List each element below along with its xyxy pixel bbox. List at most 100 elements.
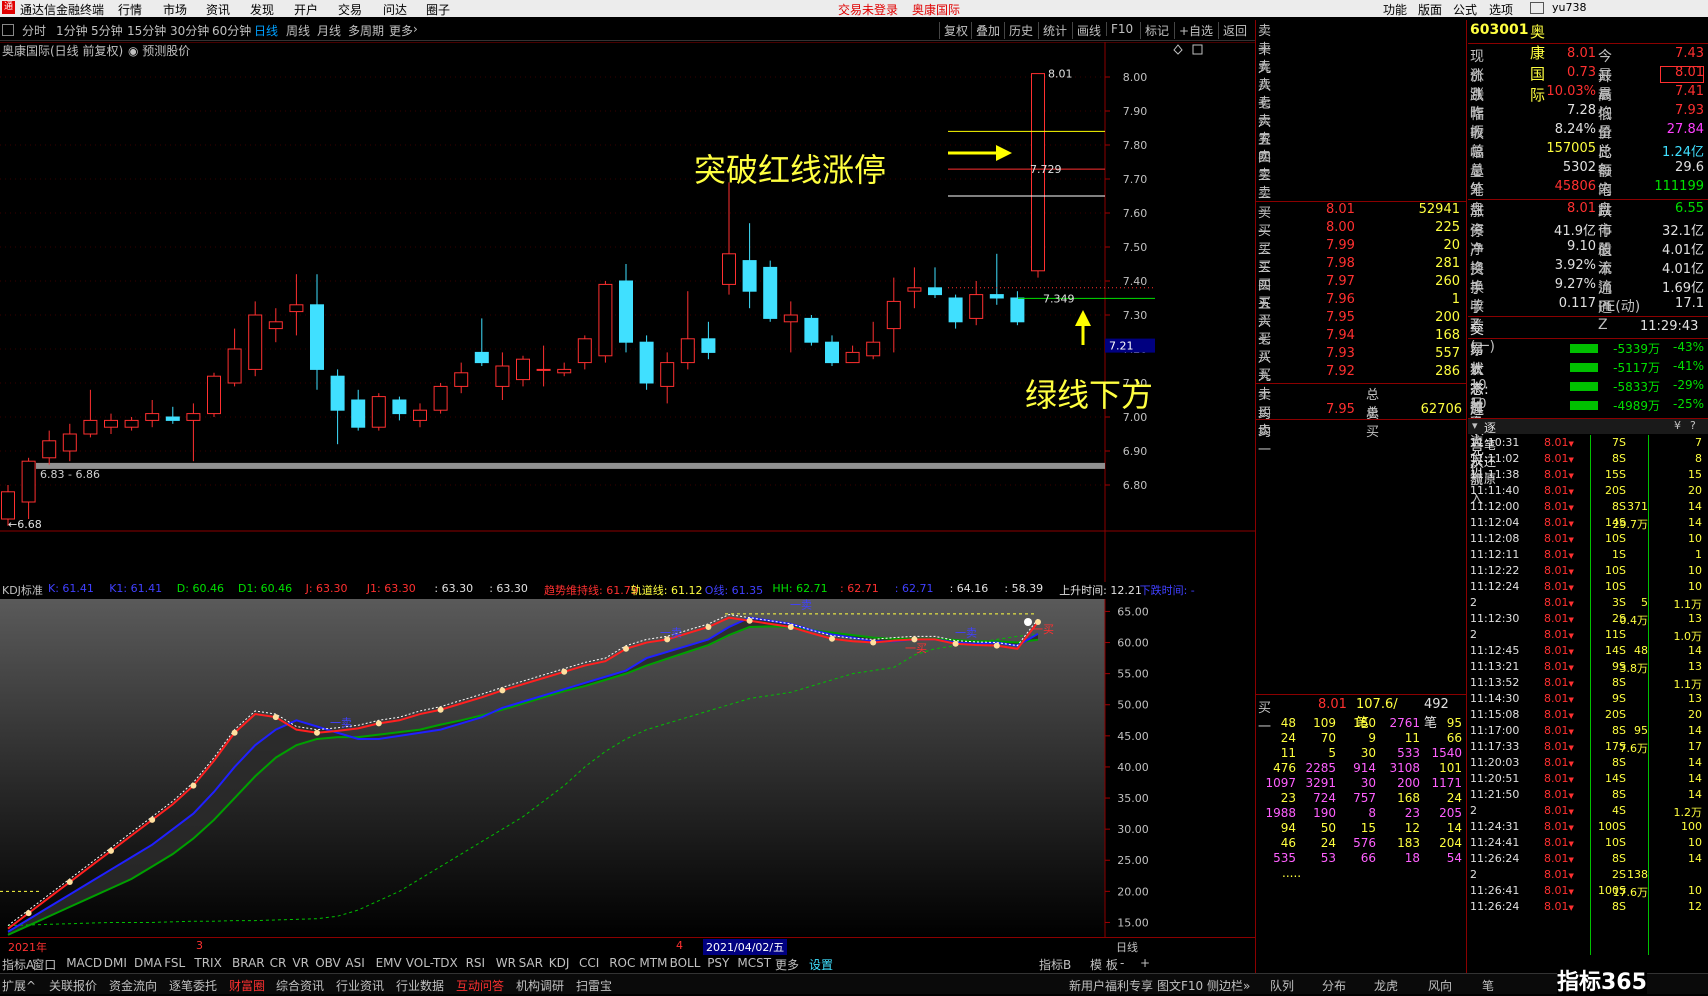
indicator-tab[interactable]: BRAR bbox=[232, 956, 265, 970]
period-30min[interactable]: 30分钟 bbox=[170, 22, 209, 39]
indicator-right-button[interactable]: 模 板 bbox=[1090, 956, 1118, 973]
menu-item-wenda[interactable]: 问达 bbox=[383, 1, 407, 18]
menu-item-formula[interactable]: 公式 bbox=[1453, 1, 1477, 18]
indicator-tab[interactable]: MCST bbox=[737, 956, 771, 970]
promo-link[interactable]: 新用户福利专享 bbox=[1069, 977, 1153, 994]
footer-right-tab[interactable]: 龙虎 bbox=[1374, 977, 1398, 994]
footer-tab[interactable]: 扫雷宝 bbox=[576, 977, 612, 994]
year-label: 2021年 bbox=[8, 941, 47, 954]
filter-icon[interactable]: ¥ bbox=[1674, 419, 1681, 432]
kdj-axis-label: 30.00 bbox=[1117, 823, 1149, 836]
indicator-tab[interactable]: VOL-TDX bbox=[406, 956, 458, 970]
indicator-tab[interactable]: SAR bbox=[519, 956, 543, 970]
footer-right-tab[interactable]: 分布 bbox=[1322, 977, 1346, 994]
chevron-right-icon[interactable]: › bbox=[413, 22, 418, 36]
indicator-right-button[interactable]: 指标B bbox=[1039, 956, 1071, 973]
indicator-right-button[interactable]: + bbox=[1140, 956, 1150, 970]
candlestick-chart[interactable]: 奥康国际(日线 前复权) ◉ 预测股价 8.00 7.90 7.80 7.70 7.60… bbox=[0, 42, 1255, 582]
indicator-tab[interactable]: DMA bbox=[134, 956, 162, 970]
statistics-button[interactable]: 统计 bbox=[1038, 22, 1071, 39]
period-15min[interactable]: 15分钟 bbox=[127, 22, 166, 39]
sidebar-toggle[interactable]: 侧边栏» bbox=[1207, 977, 1250, 994]
period-intraday[interactable]: 分时 bbox=[22, 22, 46, 39]
menu-item-market[interactable]: 市场 bbox=[163, 1, 187, 18]
f10-button[interactable]: F10 bbox=[1106, 22, 1137, 36]
tick-price-value: 8.01 bbox=[1544, 452, 1569, 465]
app-title: 通达信金融终端 bbox=[20, 3, 105, 17]
menu-item-options[interactable]: 选项 bbox=[1489, 1, 1513, 18]
footer-tab[interactable]: 行业数据 bbox=[396, 977, 444, 994]
history-button[interactable]: 历史 bbox=[1004, 22, 1037, 39]
footer-tab[interactable]: 互动问答 bbox=[456, 977, 504, 994]
indicator-tab[interactable]: FSL bbox=[164, 956, 185, 970]
quote-value: 0.73 bbox=[1567, 65, 1596, 80]
menu-item-news[interactable]: 资讯 bbox=[206, 1, 230, 18]
help-icon[interactable]: ? bbox=[1690, 419, 1696, 432]
candle-body-up bbox=[680, 338, 695, 364]
indicator-tab[interactable]: RSI bbox=[466, 956, 486, 970]
period-daily[interactable]: 日线 bbox=[254, 22, 278, 39]
indicator-tab[interactable]: OBV bbox=[315, 956, 341, 970]
kdj-indicator-panel[interactable]: KDJ标准 K: 61.41 K1: 61.41 D: 60.46 D1: 60.46… bbox=[0, 582, 1255, 955]
mark-button[interactable]: 标记 bbox=[1140, 22, 1173, 39]
period-weekly[interactable]: 周线 bbox=[286, 22, 310, 39]
indicator-tab[interactable]: PSY bbox=[707, 956, 729, 970]
footer-tab[interactable]: 机构调研 bbox=[516, 977, 564, 994]
menu-item-circle[interactable]: 圈子 bbox=[426, 1, 450, 18]
queue-order: 54 bbox=[1446, 851, 1462, 865]
f10-link[interactable]: 图文F10 bbox=[1157, 977, 1203, 994]
indicator-tab[interactable]: KDJ bbox=[549, 956, 570, 970]
indicator-tab[interactable]: ASI bbox=[345, 956, 364, 970]
period-1min[interactable]: 1分钟 bbox=[56, 22, 88, 39]
period-60min[interactable]: 60分钟 bbox=[212, 22, 251, 39]
indicator-tab[interactable]: CCI bbox=[579, 956, 599, 970]
back-button[interactable]: 返回 bbox=[1218, 22, 1251, 39]
indicator-tab[interactable]: MTM bbox=[639, 956, 667, 970]
menu-item-layout[interactable]: 版面 bbox=[1418, 1, 1442, 18]
footer-tab[interactable]: 财富圈 bbox=[229, 977, 265, 994]
menu-item-discover[interactable]: 发现 bbox=[250, 1, 274, 18]
footer-right-tab[interactable]: 笔 bbox=[1482, 977, 1494, 994]
indicator-tab[interactable]: 设置 bbox=[809, 956, 833, 973]
restore-rights-button[interactable]: 复权 bbox=[939, 22, 972, 39]
indicator-tab[interactable]: VR bbox=[292, 956, 309, 970]
footer-tab[interactable]: 关联报价 bbox=[49, 977, 97, 994]
indicator-tab[interactable]: BOLL bbox=[670, 956, 701, 970]
footer-tab[interactable]: 扩展^ bbox=[2, 977, 36, 994]
collapse-icon[interactable]: ▾ bbox=[1472, 419, 1478, 432]
indicator-tab[interactable]: CR bbox=[270, 956, 287, 970]
indicator-tab[interactable]: 窗口 bbox=[32, 956, 56, 973]
user-name[interactable]: yu738 bbox=[1552, 1, 1702, 14]
indicator-tab[interactable]: MACD bbox=[66, 956, 102, 970]
footer-tab[interactable]: 综合资讯 bbox=[276, 977, 324, 994]
menu-item-function[interactable]: 功能 bbox=[1383, 1, 1407, 18]
footer-tab[interactable]: 资金流向 bbox=[109, 977, 157, 994]
indicator-tab[interactable]: TRIX bbox=[194, 956, 221, 970]
footer-right-tab[interactable]: 队列 bbox=[1270, 977, 1294, 994]
indicator-tab[interactable]: EMV bbox=[376, 956, 402, 970]
period-5min[interactable]: 5分钟 bbox=[91, 22, 123, 39]
period-more[interactable]: 更多 bbox=[389, 22, 413, 39]
footer-right-tab[interactable]: 风向 bbox=[1428, 977, 1452, 994]
indicator-tab[interactable]: WR bbox=[496, 956, 516, 970]
menu-item-quote[interactable]: 行情 bbox=[118, 1, 142, 18]
queue-order: 24 bbox=[1280, 731, 1296, 745]
queue-order: 1171 bbox=[1431, 776, 1462, 790]
indicator-tab[interactable]: DMI bbox=[104, 956, 127, 970]
indicator-right-button[interactable]: - bbox=[1120, 956, 1124, 970]
menu-item-trade[interactable]: 交易 bbox=[338, 1, 362, 18]
footer-tab[interactable]: 逐笔委托 bbox=[169, 977, 217, 994]
trade-login-status[interactable]: 交易未登录 bbox=[838, 1, 898, 18]
menu-item-open-account[interactable]: 开户 bbox=[294, 1, 318, 18]
footer-tab[interactable]: 行业资讯 bbox=[336, 977, 384, 994]
period-monthly[interactable]: 月线 bbox=[317, 22, 341, 39]
draw-line-button[interactable]: 画线 bbox=[1072, 22, 1105, 39]
panel-toggle-icon[interactable] bbox=[2, 24, 14, 36]
indicator-tab[interactable]: 指标A bbox=[2, 956, 34, 973]
period-multi[interactable]: 多周期 bbox=[348, 22, 384, 39]
overlay-button[interactable]: 叠加 bbox=[971, 22, 1004, 39]
indicator-tab[interactable]: 更多 bbox=[775, 956, 799, 973]
add-watchlist-button[interactable]: +自选 bbox=[1174, 22, 1217, 39]
indicator-tab[interactable]: ROC bbox=[609, 956, 635, 970]
mail-icon[interactable] bbox=[1530, 2, 1544, 14]
